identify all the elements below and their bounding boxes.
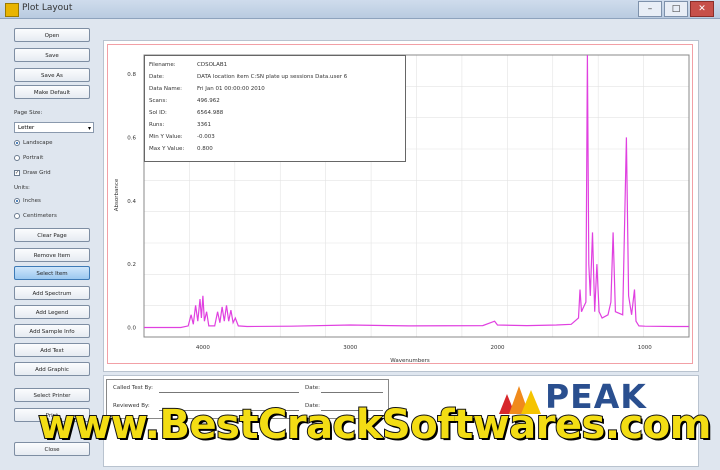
y-tick-label: 0.0 [127,325,136,331]
date-label-1: Date: [305,385,320,391]
x-tick-label: 4000 [196,345,210,351]
sample-info-box[interactable]: Filename: CDSOLAB1 Date: DATA location ite… [144,55,406,162]
info-row: Min Y Value: -0.003 [149,134,215,140]
y-axis-label: Absorbance [114,178,120,211]
watermark: www.BestCrackSoftwares.com [37,401,712,449]
info-row: Date: DATA location item C:SN plate up se… [149,74,348,80]
info-row: Filename: CDSOLAB1 [149,62,228,68]
info-row: Max Y Value: 0.800 [149,146,213,152]
y-tick-label: 0.4 [127,199,136,205]
info-row: Sol ID: 6564.988 [149,110,224,116]
x-axis-label: Wavenumbers [390,358,430,364]
x-tick-label: 1000 [638,345,652,351]
y-ticks: 0.8 0.6 0.4 0.2 0.0 [127,72,136,331]
y-tick-label: 0.8 [127,72,136,78]
called-by-label: Called Test By: [113,385,153,391]
date-line-1 [321,392,383,393]
y-tick-label: 0.6 [127,135,136,141]
x-ticks: 4000 3000 2000 1000 [196,345,652,351]
info-row: Scans: 496.962 [149,98,220,104]
x-tick-label: 3000 [343,345,357,351]
info-row: Data Name: Fri Jan 01 00:00:00 2010 [149,86,265,92]
x-tick-label: 2000 [491,345,505,351]
called-by-line [159,392,299,393]
y-tick-label: 0.2 [127,262,136,268]
info-row: Runs: 3361 [149,122,211,128]
